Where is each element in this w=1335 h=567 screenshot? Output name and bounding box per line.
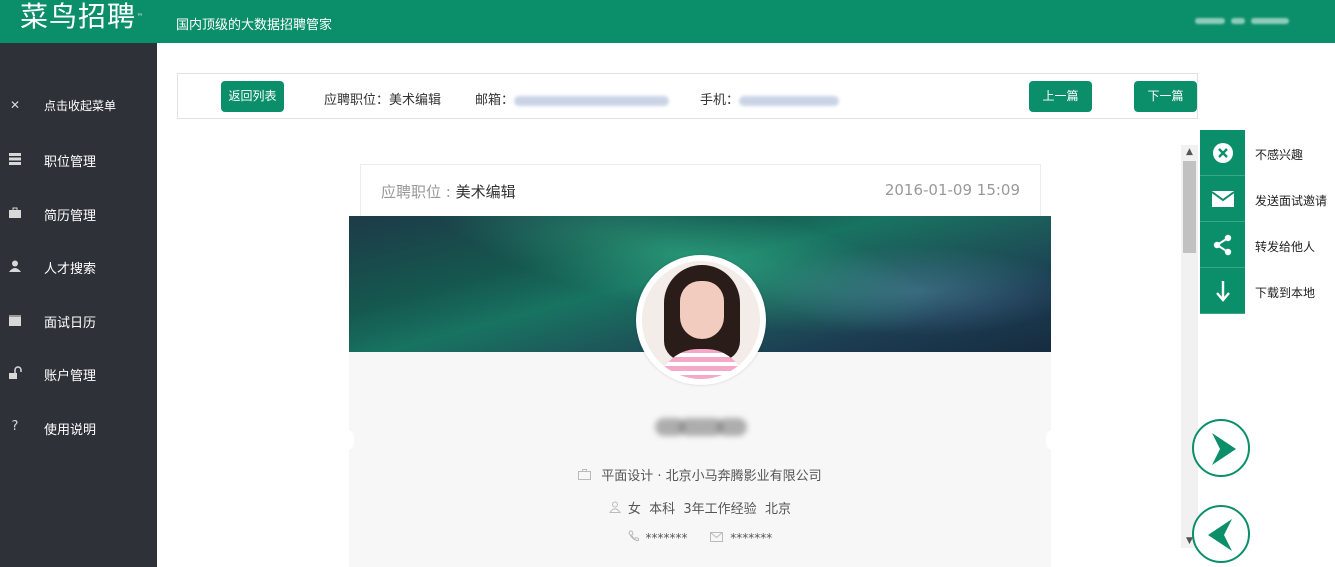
work-experience: 3年工作经验 [683, 502, 757, 517]
close-circle-icon[interactable] [1200, 130, 1245, 176]
toolbar-email-label: 邮箱： [475, 93, 515, 108]
user-icon [8, 259, 22, 273]
previous-arrow-button[interactable] [1192, 505, 1250, 563]
not-interested-button[interactable]: 不感兴趣 [1200, 130, 1335, 176]
user-outline-icon [609, 501, 625, 516]
slogan: 国内顶级的大数据招聘管家 [176, 18, 333, 33]
forward-to-others-button[interactable]: 转发给他人 [1200, 222, 1335, 268]
toolbar-phone-label: 手机： [700, 93, 740, 108]
chevron-left-icon [1208, 519, 1232, 551]
job-company-text: 平面设计 · 北京小马奔腾影业有限公司 [601, 469, 822, 484]
resume-position-value: 美术编辑 [455, 183, 516, 201]
sidebar-item-label: 账户管理 [44, 369, 97, 384]
calendar-icon [8, 313, 22, 327]
resume-toolbar: 返回列表 应聘职位：美术编辑 邮箱： 手机： 上一篇 下一篇 [177, 73, 1198, 119]
sidebar-item-label: 使用说明 [44, 423, 97, 438]
education: 本科 [649, 502, 676, 517]
send-interview-invite-button[interactable]: 发送面试邀请 [1200, 176, 1335, 222]
scroll-up-arrow-icon[interactable]: ▲ [1181, 145, 1198, 159]
envelope-icon[interactable] [1200, 176, 1245, 222]
sidebar-item-instructions[interactable]: ? 使用说明 [0, 413, 157, 443]
email-icon [707, 531, 728, 545]
back-to-list-button[interactable]: 返回列表 [221, 81, 284, 112]
card-notch-right [1046, 430, 1056, 450]
resume-position-label: 应聘职位 : [381, 183, 456, 201]
collapse-icon: ✕ [9, 98, 21, 112]
share-icon[interactable] [1200, 222, 1245, 268]
logo[interactable]: 菜鸟招聘™ [20, 1, 144, 33]
next-arrow-button[interactable] [1192, 419, 1250, 477]
email-masked: ******* [730, 531, 773, 545]
sidebar-item-label: 点击收起菜单 [44, 99, 117, 113]
unlock-icon [8, 366, 22, 380]
phone-masked: ******* [645, 531, 688, 545]
sidebar-item-account-management[interactable]: 账户管理 [0, 359, 157, 389]
avatar-photo [642, 261, 760, 379]
vertical-scrollbar[interactable]: ▲ ▼ [1181, 145, 1198, 548]
card-notch-left [344, 430, 354, 450]
city: 北京 [764, 502, 791, 517]
resume-card-header: 应聘职位 : 美术编辑 2016-01-09 15:09 [360, 164, 1041, 216]
resume-date: 2016-01-09 15:09 [884, 181, 1020, 199]
not-interested-label: 不感兴趣 [1255, 148, 1304, 162]
toolbar-position-label: 应聘职位： [324, 93, 390, 108]
briefcase-icon [8, 206, 22, 220]
basic-info-line: 女 本科 3年工作经验 北京 [560, 498, 840, 517]
sidebar: ✕ 点击收起菜单 职位管理 简历管理 人才搜索 面试日历 账户管理 ? 使用说明 [0, 43, 157, 567]
phone-icon [628, 530, 643, 545]
candidate-name-redacted [655, 410, 747, 440]
banner-aurora-secondary [769, 246, 1051, 336]
download-arrow-icon[interactable] [1200, 268, 1245, 314]
toolbar-phone: 手机： [700, 89, 840, 108]
previous-resume-button[interactable]: 上一篇 [1029, 81, 1092, 112]
top-bar: 菜鸟招聘™ 国内顶级的大数据招聘管家 [0, 0, 1335, 43]
sidebar-item-talent-search[interactable]: 人才搜索 [0, 252, 157, 282]
sidebar-item-label: 人才搜索 [44, 262, 97, 277]
forward-to-others-label: 转发给他人 [1255, 240, 1316, 254]
sidebar-item-resume-management[interactable]: 简历管理 [0, 199, 157, 229]
server-icon [8, 152, 22, 166]
toolbar-position: 应聘职位：美术编辑 [324, 89, 441, 108]
send-interview-invite-label: 发送面试邀请 [1255, 194, 1328, 208]
sidebar-item-job-management[interactable]: 职位管理 [0, 145, 157, 175]
sidebar-item-interview-calendar[interactable]: 面试日历 [0, 306, 157, 336]
briefcase-icon [578, 469, 595, 483]
gender: 女 [627, 502, 641, 517]
logo-trademark: ™ [137, 13, 145, 20]
sidebar-item-label: 职位管理 [44, 155, 97, 170]
phone-redacted [739, 95, 840, 106]
email-redacted [514, 95, 670, 106]
chevron-right-icon [1212, 433, 1236, 465]
download-local-button[interactable]: 下载到本地 [1200, 268, 1335, 314]
user-account-blurred[interactable] [1195, 10, 1310, 24]
question-icon: ? [11, 419, 19, 434]
job-company-line: 平面设计 · 北京小马奔腾影业有限公司 [560, 465, 840, 484]
scrollbar-thumb[interactable] [1183, 161, 1196, 253]
resume-position: 应聘职位 : 美术编辑 [381, 181, 516, 202]
contact-line: ******* ******* [560, 530, 840, 545]
sidebar-item-label: 面试日历 [44, 316, 97, 331]
next-resume-button[interactable]: 下一篇 [1134, 81, 1197, 112]
sidebar-item-collapse-menu[interactable]: ✕ 点击收起菜单 [0, 91, 157, 121]
sidebar-item-label: 简历管理 [44, 209, 97, 224]
toolbar-position-value: 美术编辑 [389, 93, 442, 108]
toolbar-email: 邮箱： [475, 89, 670, 108]
logo-text: 菜鸟招聘 [20, 0, 137, 33]
avatar [636, 255, 766, 385]
download-local-label: 下载到本地 [1255, 286, 1316, 300]
